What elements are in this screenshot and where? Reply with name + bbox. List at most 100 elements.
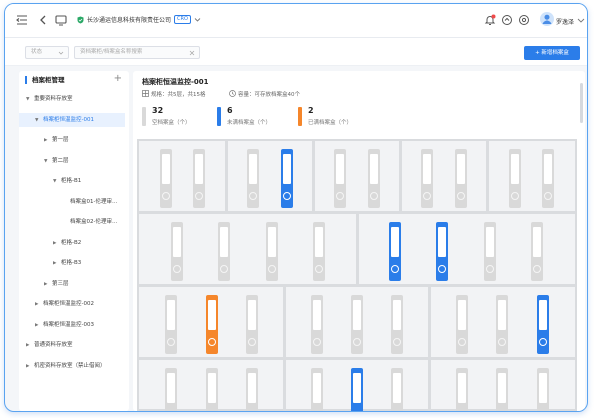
sidebar: 档案柜管理 + ▼ 重要资料存放室 ▼ 档案柜恒温监控-001 ▶ 第一层 ▼ 第二层 ▼ 柜格-… [19,71,129,411]
archive-box[interactable] [483,222,496,281]
tree-item[interactable]: ▼ 档案柜恒温监控-001 [19,112,125,128]
compartment-divider [428,360,432,411]
caret-right-icon[interactable]: ▶ [53,257,61,271]
compartment-divider [486,141,490,211]
tree-item-label: 柜格-B2 [61,239,82,246]
tree-item[interactable]: ▼ 重要资料存放室 [19,92,125,106]
avatar[interactable] [540,12,554,26]
add-archive-box-button[interactable]: + 新增档案盒 [524,46,580,60]
tree-item[interactable]: ▶ 普通资料存放室 [19,338,125,352]
archive-box[interactable] [310,368,323,411]
archive-box[interactable] [246,368,259,411]
archive-box[interactable] [205,295,218,354]
box-ring [207,338,216,346]
archive-box[interactable] [159,149,172,208]
stat-empty-marker [142,107,146,126]
caret-down-icon[interactable]: ▼ [26,93,34,107]
caret-right-icon[interactable]: ▶ [35,319,43,333]
tree-item[interactable]: ▼ 柜格-B1 [19,174,125,188]
archive-box[interactable] [496,368,509,411]
archive-box[interactable] [508,149,521,208]
tree-item[interactable]: ▼ 第二层 [19,154,125,168]
archive-box[interactable] [247,149,260,208]
user-name[interactable]: 罗逸泽 [556,17,574,26]
box-label [312,373,321,403]
tree-item-label: 柜格-B1 [61,178,82,184]
box-ring [249,192,258,200]
tree-item[interactable]: ▶ 第一层 [19,133,125,147]
tree-item[interactable]: ▶ 柜格-B2 [19,236,125,250]
archive-box[interactable] [165,368,178,411]
tree-item[interactable]: ▶ 柜格-B3 [19,256,125,270]
monitor-icon[interactable] [55,14,67,26]
archive-box[interactable] [421,149,434,208]
back-icon[interactable] [37,14,49,26]
box-label [538,373,547,403]
tree-item[interactable]: 档案盒01-伦理审… [19,195,125,209]
caret-down-icon[interactable]: ▼ [35,114,43,128]
archive-box[interactable] [246,295,259,354]
tree-item[interactable]: ▶ 第三层 [19,277,125,291]
archive-box[interactable] [351,368,363,411]
archive-box[interactable] [536,295,549,354]
archive-box[interactable] [454,149,467,208]
search-input[interactable]: 资档案柜/档案盒名称搜索 [74,46,200,59]
archive-box[interactable] [170,222,183,281]
address-bar[interactable]: 长沙通运信息科技有限责任公司 CRO [77,15,201,24]
scrollbar[interactable] [580,83,583,123]
box-label [498,373,507,403]
caret-right-icon[interactable]: ▶ [53,237,61,251]
menu-collapse-icon[interactable] [16,14,28,26]
compartment-divider [282,360,286,411]
archive-box[interactable] [455,295,468,354]
user-menu-chevron-icon[interactable] [577,16,585,24]
archive-box[interactable] [536,368,549,411]
archive-box[interactable] [391,295,404,354]
archive-box[interactable] [367,149,380,208]
box-label [282,154,291,184]
tree-item[interactable]: 档案盒02-伦理审… [19,215,125,229]
archive-box[interactable] [280,149,293,208]
compartment-divider [311,141,315,211]
caret-down-icon[interactable]: ▼ [44,155,52,169]
box-label [248,373,257,403]
caret-right-icon[interactable]: ▶ [44,134,52,148]
archive-box[interactable] [310,295,323,354]
tree-item[interactable]: ▶ 档案柜恒温监控-002 [19,297,125,311]
archive-box[interactable] [542,149,555,208]
box-ring [423,192,432,200]
caret-down-icon[interactable]: ▼ [53,175,61,189]
tree-item[interactable]: ▶ 档案柜恒温监控-003 [19,318,125,332]
archive-box[interactable] [388,222,401,281]
caret-right-icon[interactable]: ▶ [44,278,52,292]
status-select[interactable]: 状态 [25,46,69,59]
archive-box[interactable] [165,295,178,354]
add-icon[interactable]: + [114,73,122,84]
stat-full-label: 已满档案盒（个） [308,120,353,126]
box-label [510,154,519,184]
archive-box[interactable] [218,222,231,281]
sync-icon[interactable] [501,14,513,26]
archive-box[interactable] [205,368,218,411]
archive-box[interactable] [313,222,326,281]
archive-box[interactable] [496,295,509,354]
archive-box[interactable] [436,222,449,281]
archive-box[interactable] [193,149,206,208]
archive-box[interactable] [391,368,404,411]
archive-box[interactable] [334,149,347,208]
chevron-down-icon[interactable] [194,16,201,23]
archive-box[interactable] [455,368,468,411]
caret-right-icon[interactable]: ▶ [26,339,34,353]
tree-item-label: 档案盒01-伦理审… [70,198,118,205]
archive-box[interactable] [351,295,363,354]
tree-item[interactable]: ▶ 机密资料存放室（禁止借阅） [19,359,125,373]
box-label [393,373,402,403]
bell-icon[interactable] [484,14,496,26]
archive-box[interactable] [265,222,278,281]
box-ring [172,265,181,273]
clear-icon[interactable] [189,50,195,56]
settings-icon[interactable] [518,14,530,26]
archive-box[interactable] [531,222,544,281]
caret-right-icon[interactable]: ▶ [35,298,43,312]
caret-right-icon[interactable]: ▶ [26,360,34,374]
